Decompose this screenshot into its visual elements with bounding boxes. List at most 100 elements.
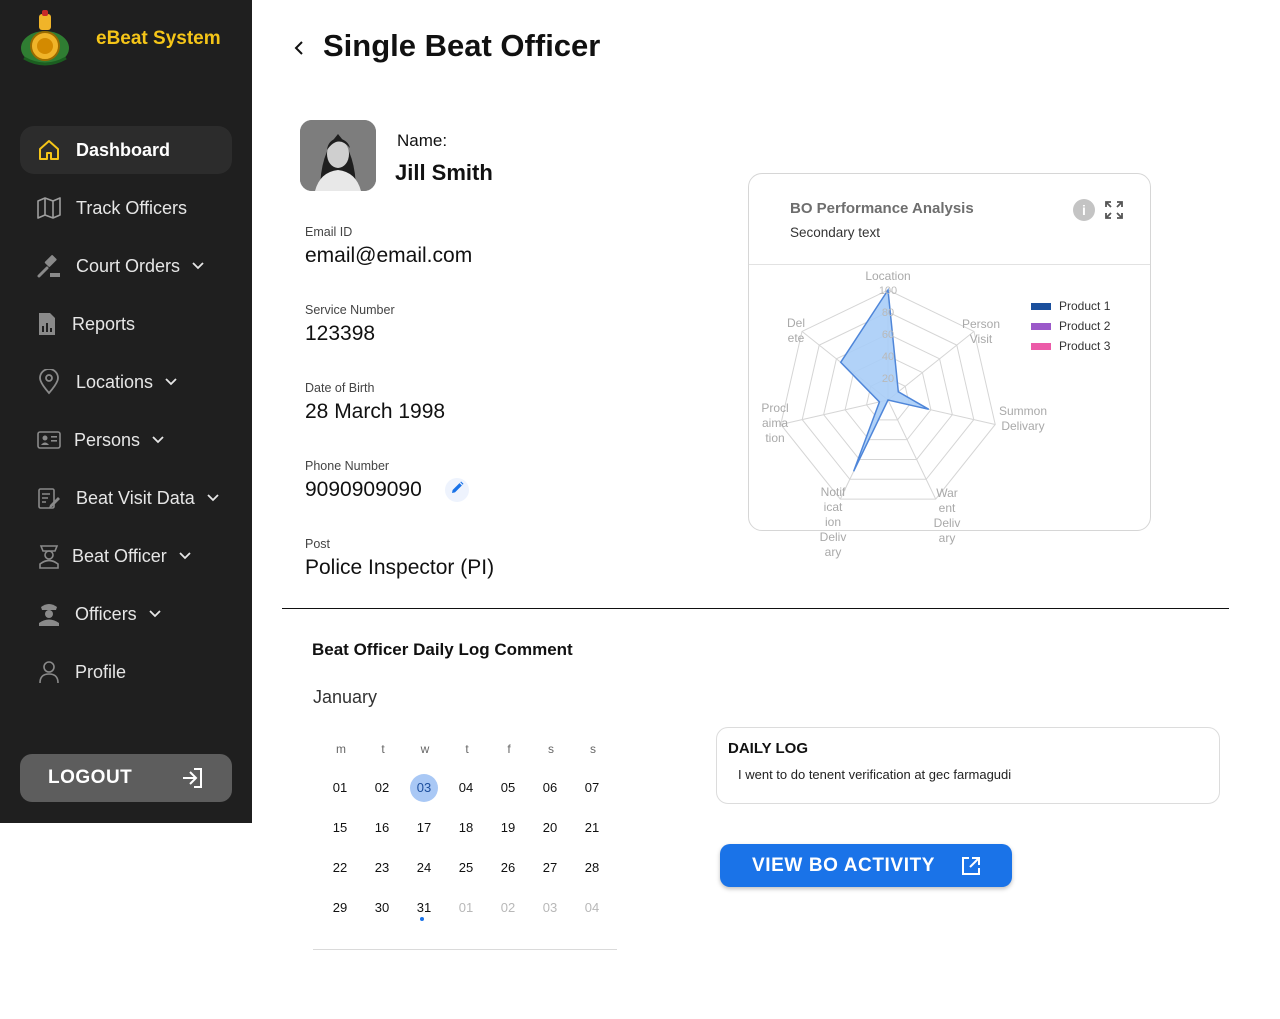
sidebar-item-label: Beat Visit Data <box>76 487 195 508</box>
home-icon <box>36 137 62 163</box>
calendar-day[interactable]: 19 <box>494 814 522 842</box>
sidebar-item-reports[interactable]: Reports <box>20 300 232 348</box>
calendar-day[interactable]: 03 <box>410 774 438 802</box>
calendar-day[interactable]: 29 <box>326 894 354 922</box>
calendar-weekday: w <box>420 742 430 756</box>
calendar-weekday: t <box>465 742 469 756</box>
external-link-icon <box>960 855 982 883</box>
sidebar-item-persons[interactable]: Persons <box>20 416 232 464</box>
legend-label: Product 3 <box>1059 339 1111 353</box>
clipboard-edit-icon <box>36 485 62 511</box>
sidebar-item-beat-visit-data[interactable]: Beat Visit Data <box>20 474 232 522</box>
calendar-day[interactable]: 07 <box>578 774 606 802</box>
gavel-icon <box>36 253 62 279</box>
expand-icon[interactable] <box>1104 200 1124 220</box>
legend-swatch <box>1031 322 1051 330</box>
daily-log-card <box>716 727 1220 804</box>
sidebar-item-profile[interactable]: Profile <box>20 648 232 696</box>
chart-title: BO Performance Analysis <box>790 200 974 217</box>
dob-label: Date of Birth <box>305 381 375 395</box>
name-label: Name: <box>397 131 448 150</box>
view-bo-activity-button[interactable]: VIEW BO ACTIVITY <box>720 844 1012 887</box>
calendar-day[interactable]: 06 <box>536 774 564 802</box>
calendar-day[interactable]: 23 <box>368 854 396 882</box>
calendar-day[interactable]: 16 <box>368 814 396 842</box>
info-icon[interactable]: i <box>1073 199 1095 221</box>
emblem-logo-icon <box>21 10 69 66</box>
legend-label: Product 2 <box>1059 319 1111 333</box>
chevron-down-icon <box>192 259 206 273</box>
calendar-weekday: f <box>507 742 511 756</box>
calendar-day[interactable]: 02 <box>368 774 396 802</box>
user-icon <box>36 659 62 685</box>
calendar-day[interactable]: 02 <box>494 894 522 922</box>
sidebar-item-label: Beat Officer <box>72 545 167 566</box>
calendar-day[interactable]: 26 <box>494 854 522 882</box>
dob-value: 28 March 1998 <box>305 400 446 423</box>
chevron-down-icon <box>207 491 221 505</box>
sidebar-item-label: Dashboard <box>76 139 171 160</box>
back-arrow-icon[interactable] <box>292 38 310 58</box>
sidebar-item-track-officers[interactable]: Track Officers <box>20 184 232 232</box>
sidebar-item-label: Track Officers <box>76 197 188 218</box>
page-title: Single Beat Officer <box>323 28 601 63</box>
calendar-day[interactable]: 17 <box>410 814 438 842</box>
calendar-day[interactable]: 20 <box>536 814 564 842</box>
sidebar-item-court-orders[interactable]: Court Orders <box>20 242 232 290</box>
email-label: Email ID <box>305 225 353 239</box>
legend-swatch <box>1031 342 1051 350</box>
calendar-day[interactable]: 28 <box>578 854 606 882</box>
view-bo-activity-label: VIEW BO ACTIVITY <box>752 854 936 876</box>
calendar-day[interactable]: 01 <box>326 774 354 802</box>
calendar-day[interactable]: 04 <box>578 894 606 922</box>
calendar-weekday: s <box>590 742 596 756</box>
calendar-day[interactable]: 31 <box>410 894 438 922</box>
daily-log-title: DAILY LOG <box>728 740 809 757</box>
location-pin-icon <box>36 369 62 395</box>
calendar-day[interactable]: 21 <box>578 814 606 842</box>
id-card-icon <box>36 427 62 453</box>
calendar-day[interactable]: 22 <box>326 854 354 882</box>
sidebar-item-beat-officer[interactable]: Beat Officer <box>20 532 232 580</box>
service-number-value: 123398 <box>305 322 376 345</box>
calendar-day[interactable]: 27 <box>536 854 564 882</box>
legend-item-product-2: Product 2 <box>1031 319 1110 333</box>
calendar-day[interactable]: 05 <box>494 774 522 802</box>
report-icon <box>34 311 60 337</box>
post-value: Police Inspector (PI) <box>305 556 495 579</box>
map-icon <box>36 195 62 221</box>
calendar-day[interactable]: 24 <box>410 854 438 882</box>
calendar-day[interactable]: 01 <box>452 894 480 922</box>
logout-label: LOGOUT <box>48 767 133 788</box>
sidebar-item-label: Court Orders <box>76 255 181 276</box>
service-number-label: Service Number <box>305 303 395 317</box>
logout-button[interactable]: LOGOUT <box>20 754 232 802</box>
calendar-weekday: s <box>548 742 554 756</box>
daily-log-section-title: Beat Officer Daily Log Comment <box>312 640 573 659</box>
sidebar-item-label: Persons <box>74 429 141 450</box>
logout-icon <box>180 766 204 796</box>
post-label: Post <box>305 537 331 551</box>
app-title: eBeat System <box>96 28 221 49</box>
sidebar-item-locations[interactable]: Locations <box>20 358 232 406</box>
chevron-down-icon <box>179 549 193 563</box>
sidebar-item-dashboard[interactable]: Dashboard <box>20 126 232 174</box>
chevron-down-icon <box>149 607 163 621</box>
daily-log-text: I went to do tenent verification at gec … <box>738 767 1012 782</box>
calendar-day[interactable]: 30 <box>368 894 396 922</box>
calendar-weekday: t <box>381 742 385 756</box>
calendar-day[interactable]: 25 <box>452 854 480 882</box>
calendar-day[interactable]: 04 <box>452 774 480 802</box>
calendar-day[interactable]: 03 <box>536 894 564 922</box>
calendar-day[interactable]: 18 <box>452 814 480 842</box>
pencil-icon <box>450 481 464 500</box>
sidebar: eBeat System Dashboard Track Officers Co… <box>0 0 252 823</box>
officer-name: Jill Smith <box>395 160 493 185</box>
calendar-event-dot <box>420 917 424 921</box>
legend-item-product-3: Product 3 <box>1031 339 1110 353</box>
edit-phone-button[interactable] <box>445 478 469 502</box>
sidebar-item-officers[interactable]: Officers <box>20 590 232 638</box>
calendar-month: January <box>313 687 378 707</box>
chart-divider <box>749 264 1150 265</box>
calendar-day[interactable]: 15 <box>326 814 354 842</box>
